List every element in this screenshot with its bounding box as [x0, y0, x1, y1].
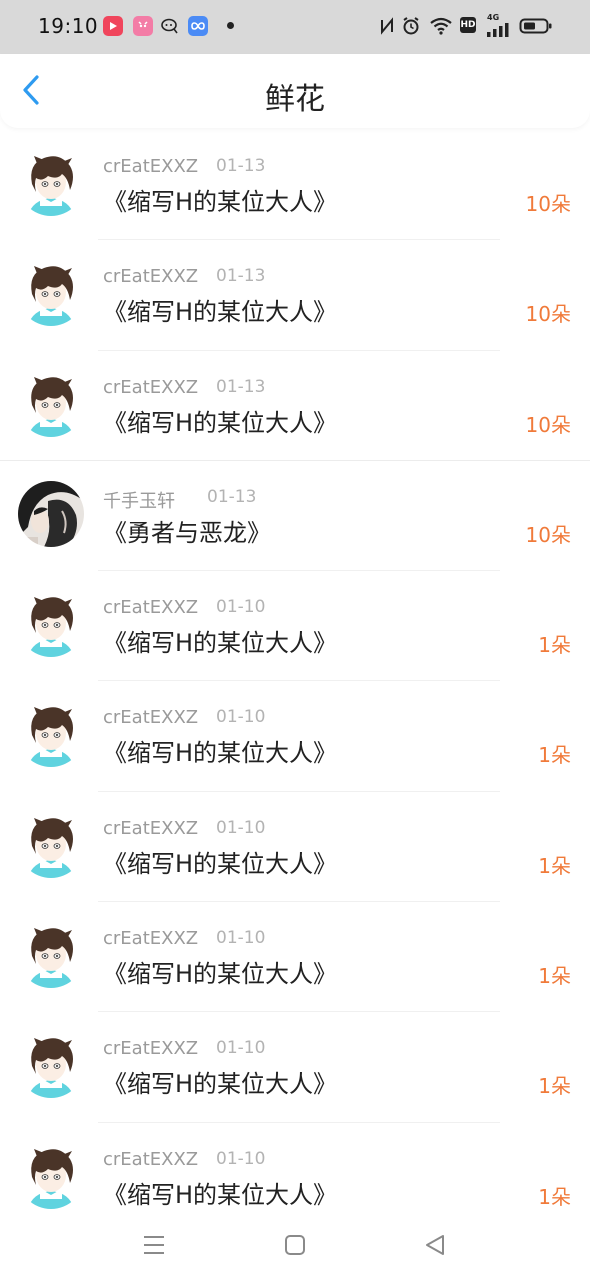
- home-button[interactable]: [278, 1230, 312, 1264]
- hd-icon: HD: [460, 17, 476, 33]
- sender-name: crEatEXXZ: [103, 1038, 199, 1060]
- sender-name: crEatEXXZ: [103, 266, 199, 288]
- list-item[interactable]: crEatEXXZ 01-10 《缩写H的某位大人》 1朵: [0, 1012, 590, 1123]
- battery-icon: [519, 16, 553, 36]
- flower-count: 1朵: [538, 1074, 571, 1099]
- flower-count: 10朵: [525, 412, 571, 437]
- list-item[interactable]: crEatEXXZ 01-13 《缩写H的某位大人》 10朵: [0, 351, 590, 462]
- book-title: 《缩写H的某位大人》: [103, 1180, 338, 1209]
- sent-date: 01-10: [216, 597, 266, 618]
- pink-app-icon: [133, 16, 153, 36]
- home-square-icon: [284, 1234, 306, 1260]
- flower-count: 10朵: [525, 302, 571, 327]
- book-title: 《缩写H的某位大人》: [103, 739, 338, 768]
- wifi-icon: [429, 16, 453, 36]
- sent-date: 01-13: [216, 266, 266, 287]
- flower-list: crEatEXXZ 01-13 《缩写H的某位大人》 10朵 crEatEXXZ…: [0, 130, 590, 1234]
- anime-boy-avatar: [18, 922, 84, 989]
- flower-count: 1朵: [538, 1184, 571, 1209]
- sender-name: 千手玉轩: [103, 490, 175, 512]
- list-item[interactable]: crEatEXXZ 01-10 《缩写H的某位大人》 1朵: [0, 902, 590, 1013]
- sender-name: crEatEXXZ: [103, 597, 199, 619]
- book-title: 《缩写H的某位大人》: [103, 629, 338, 658]
- sent-date: 01-13: [216, 376, 266, 397]
- flower-count: 1朵: [538, 964, 571, 989]
- sent-date: 01-13: [216, 156, 266, 176]
- status-bar: 19:10 HD 4G: [0, 0, 590, 54]
- flower-count: 1朵: [538, 853, 571, 878]
- dark-hair-avatar: [18, 480, 84, 547]
- book-title: 《缩写H的某位大人》: [103, 960, 338, 989]
- sender-name: crEatEXXZ: [103, 928, 199, 950]
- system-nav-bar: [0, 1214, 590, 1280]
- top-app-bar: 鲜花: [0, 54, 590, 128]
- sender-name: crEatEXXZ: [103, 156, 199, 177]
- sent-date: 01-10: [216, 707, 266, 728]
- anime-boy-avatar: [18, 701, 84, 768]
- blue-app-icon: [188, 16, 208, 36]
- signal-icon: [486, 20, 512, 40]
- anime-boy-avatar: [18, 260, 84, 327]
- nfc-icon: [379, 16, 395, 36]
- book-title: 《缩写H的某位大人》: [103, 188, 338, 216]
- sent-date: 01-10: [216, 817, 266, 838]
- page-title: 鲜花: [265, 82, 325, 117]
- flower-count: 1朵: [538, 633, 571, 658]
- more-notifications-dot: [227, 22, 234, 29]
- book-title: 《缩写H的某位大人》: [103, 1070, 338, 1099]
- book-title: 《缩写H的某位大人》: [103, 408, 338, 437]
- book-title: 《缩写H的某位大人》: [103, 849, 338, 878]
- list-item[interactable]: crEatEXXZ 01-13 《缩写H的某位大人》 10朵: [0, 240, 590, 351]
- flower-count: 10朵: [525, 522, 571, 547]
- menu-icon: [142, 1234, 166, 1260]
- sent-date: 01-10: [216, 1148, 266, 1169]
- anime-boy-avatar: [18, 1142, 84, 1209]
- recent-apps-button[interactable]: [137, 1230, 171, 1264]
- book-title: 《缩写H的某位大人》: [103, 298, 338, 327]
- anime-boy-avatar: [18, 370, 84, 437]
- anime-boy-avatar: [18, 811, 84, 878]
- anime-boy-avatar: [18, 150, 84, 216]
- sender-name: crEatEXXZ: [103, 707, 199, 729]
- anime-boy-avatar: [18, 1032, 84, 1099]
- sender-name: crEatEXXZ: [103, 376, 199, 398]
- back-triangle-icon: [424, 1234, 446, 1260]
- sent-date: 01-10: [216, 1038, 266, 1059]
- book-title: 《勇者与恶龙》: [103, 518, 271, 547]
- status-time: 19:10: [38, 14, 99, 38]
- list-item[interactable]: 千手玉轩 01-13 《勇者与恶龙》 10朵: [0, 461, 590, 572]
- flower-count: 10朵: [525, 192, 571, 216]
- list-item[interactable]: crEatEXXZ 01-10 《缩写H的某位大人》 1朵: [0, 792, 590, 903]
- list-item[interactable]: crEatEXXZ 01-10 《缩写H的某位大人》 1朵: [0, 571, 590, 682]
- list-item[interactable]: crEatEXXZ 01-13 《缩写H的某位大人》 10朵: [0, 130, 590, 241]
- anime-boy-avatar: [18, 591, 84, 658]
- system-back-button[interactable]: [418, 1230, 452, 1264]
- video-app-icon: [103, 16, 123, 36]
- sender-name: crEatEXXZ: [103, 817, 199, 839]
- alarm-icon: [401, 16, 421, 36]
- sent-date: 01-10: [216, 928, 266, 949]
- sender-name: crEatEXXZ: [103, 1148, 199, 1170]
- sent-date: 01-13: [207, 486, 257, 507]
- chat-app-icon: [160, 16, 180, 36]
- flower-count: 1朵: [538, 743, 571, 768]
- list-item[interactable]: crEatEXXZ 01-10 《缩写H的某位大人》 1朵: [0, 681, 590, 793]
